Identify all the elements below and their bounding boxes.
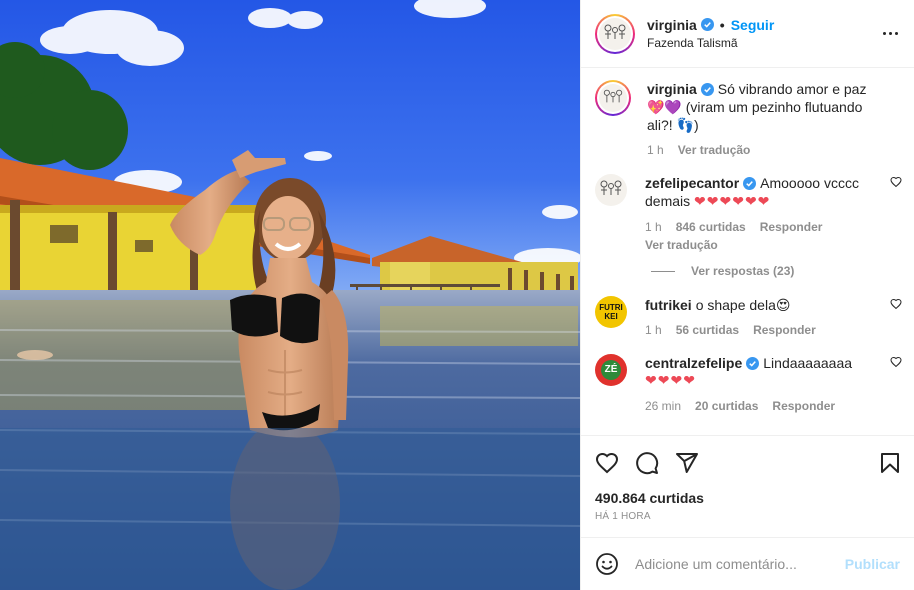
reply-button[interactable]: Responder (772, 398, 835, 414)
family-drawing-icon (600, 180, 622, 195)
posted-time[interactable]: HÁ 1 HORA (581, 507, 914, 525)
emoji-icon[interactable] (595, 552, 619, 576)
comment-likes[interactable]: 20 curtidas (695, 398, 758, 414)
cartoon-family-avatar (599, 17, 631, 50)
publish-button[interactable]: Publicar (845, 556, 900, 572)
commenter-username[interactable]: zefelipecantor (645, 175, 739, 191)
share-icon[interactable] (675, 451, 699, 475)
more-options-icon[interactable] (878, 22, 902, 46)
reply-button[interactable]: Responder (760, 219, 823, 235)
comment-time[interactable]: 1 h (645, 322, 662, 338)
author-username[interactable]: virginia (647, 16, 697, 34)
post-actions-bar (581, 435, 914, 489)
commenter-avatar[interactable]: ZÉ (595, 354, 627, 386)
comment-item: FUTRI KEI futrikei o shape dela😍 1 h 56 c… (595, 296, 902, 338)
family-drawing-icon (603, 89, 623, 103)
comment-input[interactable] (635, 556, 845, 572)
futrikei-logo: FUTRI KEI (599, 303, 623, 321)
location-link[interactable]: Fazenda Talismã (647, 34, 878, 52)
verified-badge-icon (746, 357, 760, 370)
like-comment-heart-icon[interactable] (890, 176, 902, 188)
caption-avatar[interactable] (595, 80, 631, 116)
ze-logo: ZÉ (601, 360, 621, 380)
verified-badge-icon (700, 18, 714, 31)
comment-likes[interactable]: 846 curtidas (676, 219, 746, 235)
like-comment-heart-icon[interactable] (890, 298, 902, 310)
comment-time[interactable]: 1 h (645, 219, 662, 235)
post-side-panel: virginia • Seguir Fazenda Talismã virgin… (580, 0, 914, 590)
family-drawing-icon (604, 24, 626, 39)
like-comment-heart-icon[interactable] (890, 356, 902, 368)
separator-dot: • (719, 16, 725, 33)
comment-icon[interactable] (635, 451, 659, 475)
add-comment-bar: Publicar (581, 537, 914, 590)
comment-item: zefelipecantor Amooooo vcccc demais ❤❤❤❤❤… (595, 174, 902, 254)
comment-time[interactable]: 26 min (645, 398, 681, 414)
reply-button[interactable]: Responder (753, 322, 816, 338)
verified-badge-icon (743, 177, 757, 190)
comment-hearts: ❤❤❤❤ (645, 373, 696, 389)
follow-button[interactable]: Seguir (731, 16, 775, 34)
caption-username[interactable]: virginia (647, 81, 697, 97)
commenter-username[interactable]: futrikei (645, 297, 692, 313)
translate-link[interactable]: Ver tradução (645, 236, 884, 254)
instagram-post: virginia • Seguir Fazenda Talismã virgin… (0, 0, 914, 590)
comments-section[interactable]: virginia Só vibrando amor e paz 💖💜 (viram… (581, 68, 914, 435)
caption-time[interactable]: 1 h (647, 142, 664, 158)
comment-hearts: ❤❤❤❤❤❤ (694, 194, 771, 210)
post-header: virginia • Seguir Fazenda Talismã (581, 0, 914, 68)
bookmark-icon[interactable] (878, 451, 902, 475)
photo-illustration (0, 0, 580, 590)
heart-icon[interactable] (595, 451, 619, 475)
comment-likes[interactable]: 56 curtidas (676, 322, 739, 338)
replies-divider (651, 270, 675, 272)
post-photo[interactable] (0, 0, 580, 590)
comment-text: Lindaaaaaaaa (763, 355, 853, 371)
verified-badge-icon (700, 83, 714, 96)
translate-link[interactable]: Ver tradução (678, 142, 751, 158)
view-replies-button[interactable]: Ver respostas (23) (651, 264, 902, 278)
commenter-username[interactable]: centralzefelipe (645, 355, 742, 371)
commenter-avatar[interactable]: FUTRI KEI (595, 296, 627, 328)
commenter-avatar[interactable] (595, 174, 627, 206)
cartoon-family-avatar (599, 84, 627, 112)
view-replies-label: Ver respostas (23) (691, 264, 795, 278)
caption: virginia Só vibrando amor e paz 💖💜 (viram… (595, 80, 902, 158)
story-avatar[interactable] (595, 13, 635, 54)
comment-item: ZÉ centralzefelipe Lindaaaaaaaa ❤❤❤❤ 26 m… (595, 354, 902, 414)
comment-text: o shape dela😍 (695, 297, 791, 313)
likes-count[interactable]: 490.864 curtidas (581, 489, 914, 507)
